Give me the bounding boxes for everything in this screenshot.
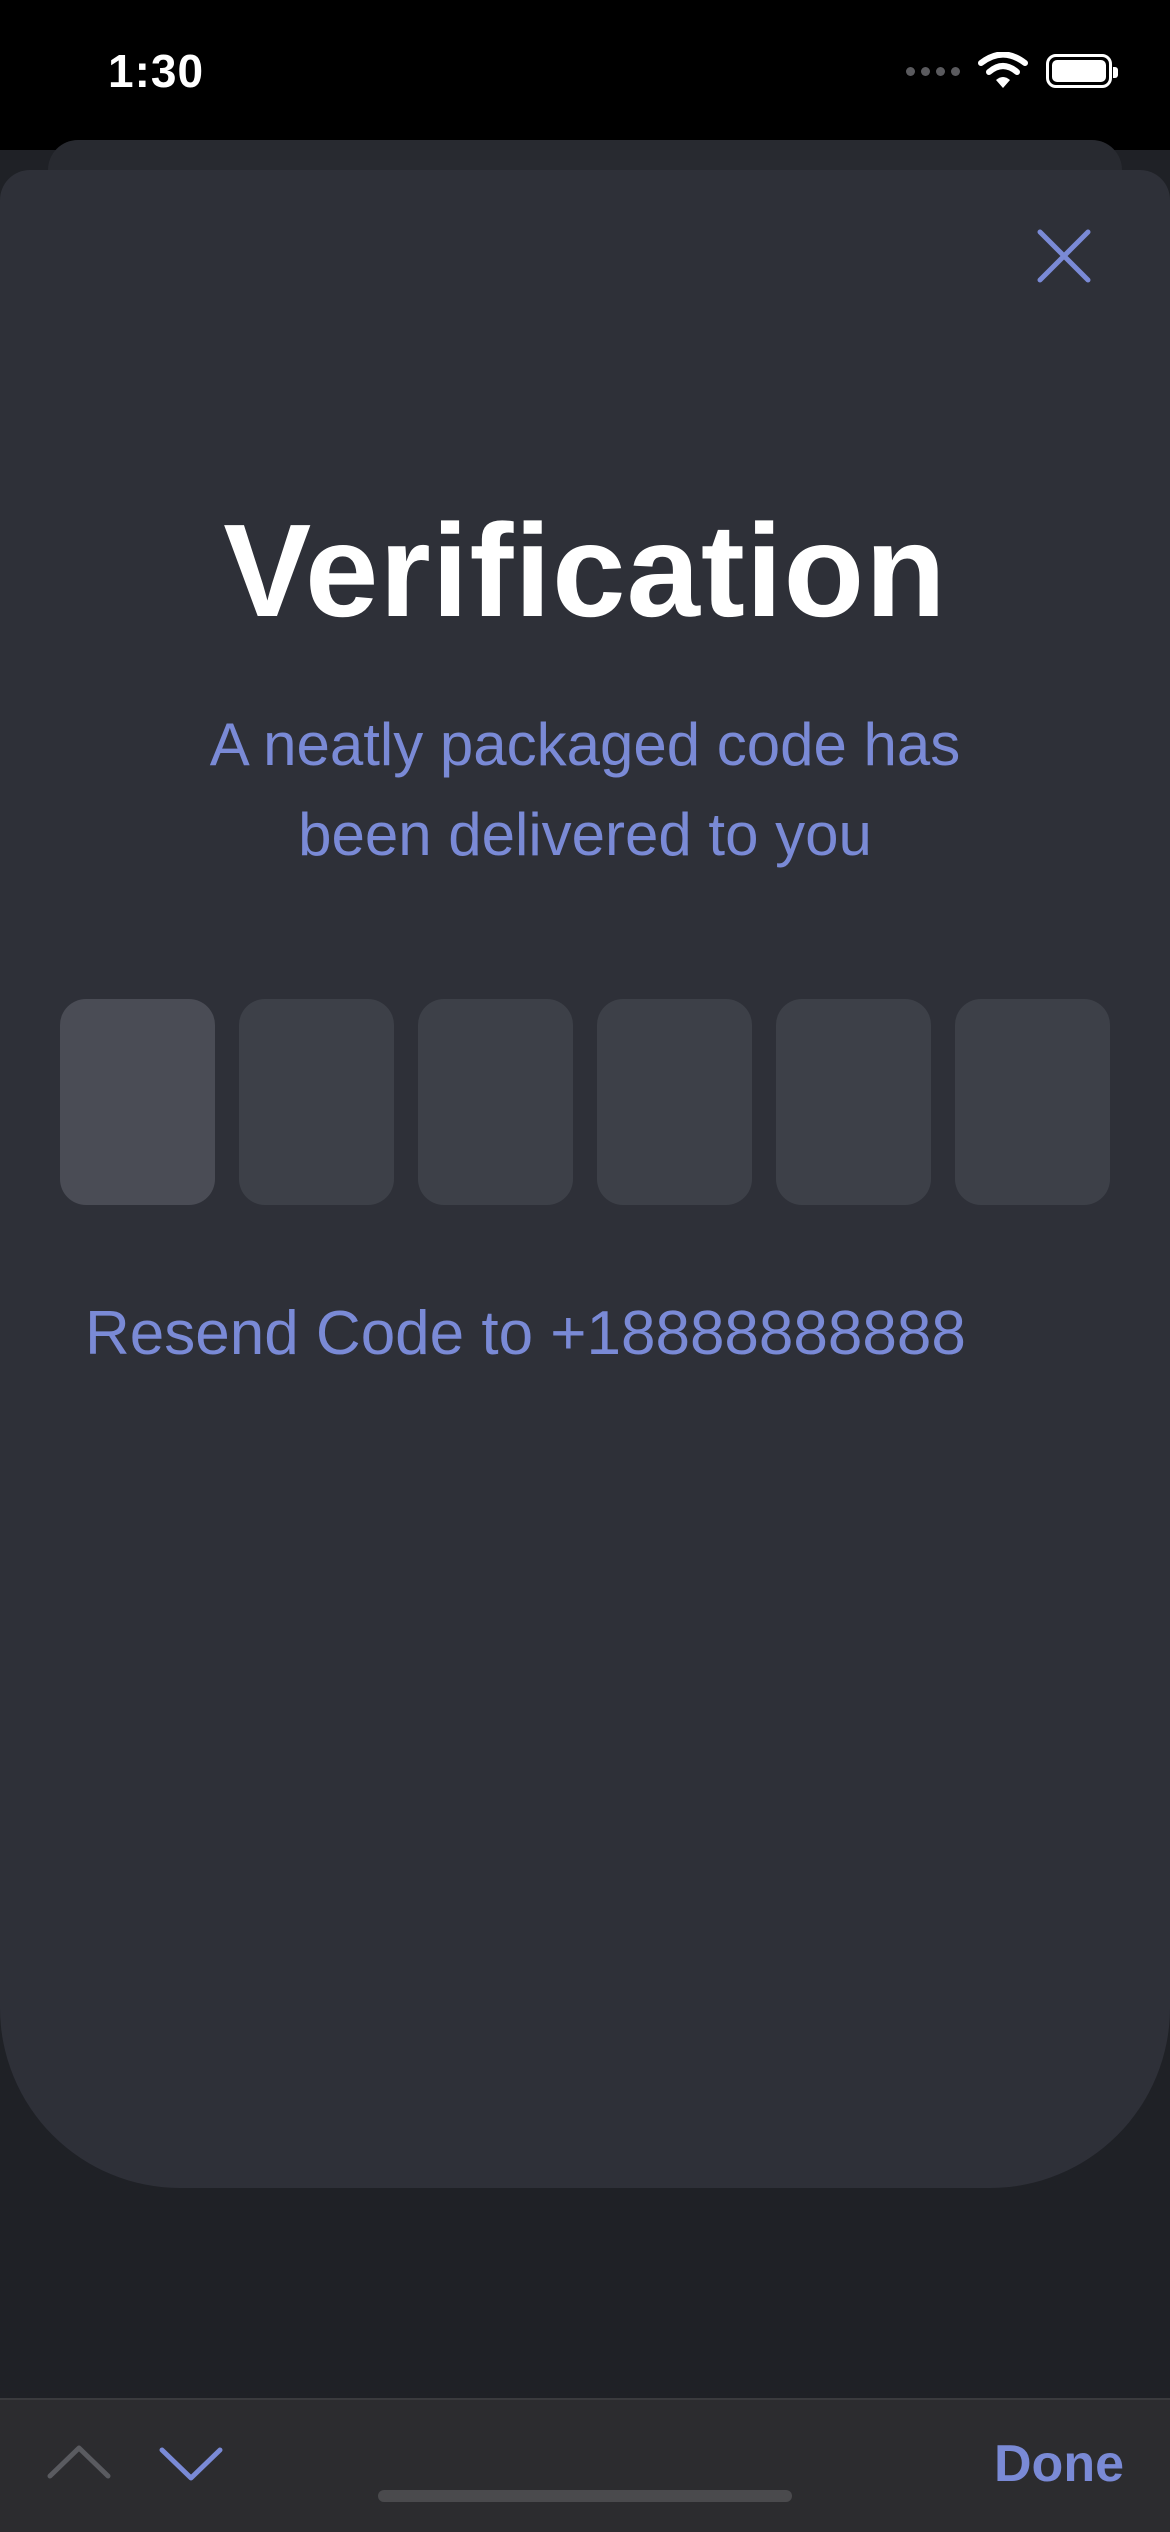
- page-title: Verification: [223, 497, 947, 644]
- chevron-down-icon[interactable]: [158, 2444, 224, 2486]
- home-indicator: [378, 2490, 792, 2502]
- done-button[interactable]: Done: [994, 2434, 1124, 2494]
- code-digit-2[interactable]: [239, 999, 394, 1205]
- status-time: 1:30: [108, 45, 205, 97]
- code-digit-1[interactable]: [60, 999, 215, 1205]
- cellular-signal-icon: [906, 66, 960, 76]
- close-icon[interactable]: [1032, 224, 1096, 288]
- status-bar: 1:30: [0, 0, 1170, 150]
- code-digit-6[interactable]: [955, 999, 1110, 1205]
- code-digit-5[interactable]: [776, 999, 931, 1205]
- chevron-up-icon[interactable]: [46, 2440, 112, 2482]
- code-digit-4[interactable]: [597, 999, 752, 1205]
- screen: 1:30 Verification A neatly packaged code…: [0, 0, 1170, 2532]
- wifi-icon: [978, 52, 1028, 88]
- status-icons: [906, 52, 1118, 90]
- resend-code-link[interactable]: Resend Code to +18888888888: [85, 1298, 966, 1369]
- code-digit-3[interactable]: [418, 999, 573, 1205]
- page-subtitle: A neatly packaged code has been delivere…: [209, 711, 961, 868]
- battery-icon: [1046, 54, 1118, 88]
- code-input-row: [60, 999, 1110, 1205]
- keyboard-toolbar: Done: [0, 2398, 1170, 2532]
